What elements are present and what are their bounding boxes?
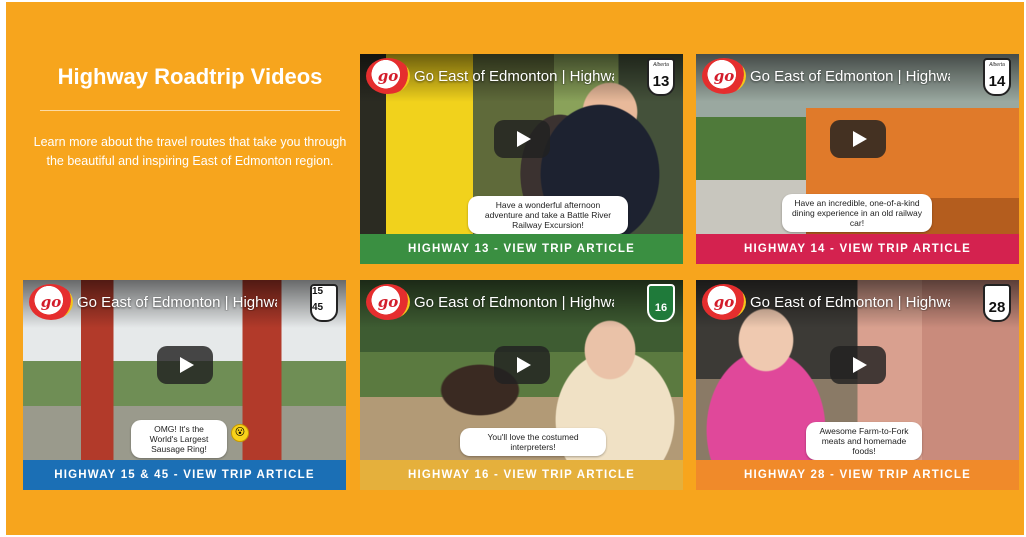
video-title[interactable]: Go East of Edmonton | Highway... [750,294,950,311]
play-button[interactable] [829,120,886,158]
go-east-logo-icon: go [702,284,746,320]
highway-28-article-link[interactable]: HIGHWAY 28 - VIEW TRIP ARTICLE [696,460,1019,490]
video-thumbnail[interactable]: go Go East of Edmonton | Highway... 28 A… [696,280,1019,460]
go-east-logo-icon: go [366,284,410,320]
video-title[interactable]: Go East of Edmonton | Highway... [750,68,950,85]
highway-shield-icon: 16 [647,284,675,322]
video-thumbnail[interactable]: go Go East of Edmonton | Highway... Albe… [360,54,683,234]
section-title: Highway Roadtrip Videos [57,64,323,89]
video-card-highway-13: go Go East of Edmonton | Highway... Albe… [360,54,683,264]
play-button[interactable] [156,346,213,384]
video-card-highway-16: go Go East of Edmonton | Highway... 16 Y… [360,280,683,490]
highway-14-article-link[interactable]: HIGHWAY 14 - VIEW TRIP ARTICLE [696,234,1019,264]
video-title[interactable]: Go East of Edmonton | Highway... [77,294,277,311]
play-button[interactable] [493,346,550,384]
highway-16-article-link[interactable]: HIGHWAY 16 - VIEW TRIP ARTICLE [360,460,683,490]
go-east-logo-icon: go [366,58,410,94]
roadtrip-videos-section: Highway Roadtrip Videos Learn more about… [6,2,1024,535]
video-caption: OMG! It's the World's Largest Sausage Ri… [131,420,227,458]
highway-shield-icon: 15 45 [310,284,338,322]
video-card-highway-15-45: go Go East of Edmonton | Highway... 15 4… [23,280,346,490]
video-card-highway-28: go Go East of Edmonton | Highway... 28 A… [696,280,1019,490]
go-east-logo-icon: go [702,58,746,94]
highway-15-45-article-link[interactable]: HIGHWAY 15 & 45 - VIEW TRIP ARTICLE [23,460,346,490]
video-thumbnail[interactable]: go Go East of Edmonton | Highway... 15 4… [23,280,346,460]
highway-shield-icon: Alberta 13 [647,58,675,96]
video-thumbnail[interactable]: go Go East of Edmonton | Highway... Albe… [696,54,1019,234]
video-title[interactable]: Go East of Edmonton | Highway... [414,68,614,85]
video-thumbnail[interactable]: go Go East of Edmonton | Highway... 16 Y… [360,280,683,460]
video-caption: You'll love the costumed interpreters! [460,428,606,456]
play-button[interactable] [493,120,550,158]
video-card-highway-14: go Go East of Edmonton | Highway... Albe… [696,54,1019,264]
highway-shield-icon: 28 [983,284,1011,322]
video-title[interactable]: Go East of Edmonton | Highway... [414,294,614,311]
video-caption: Awesome Farm-to-Fork meats and homemade … [806,422,922,460]
play-button[interactable] [829,346,886,384]
section-intro: Highway Roadtrip Videos Learn more about… [32,62,348,171]
go-east-logo-icon: go [29,284,73,320]
video-caption: Have an incredible, one-of-a-kind dining… [782,194,932,232]
highway-13-article-link[interactable]: HIGHWAY 13 - VIEW TRIP ARTICLE [360,234,683,264]
section-description: Learn more about the travel routes that … [33,135,347,168]
surprised-face-icon: 😮 [231,424,249,442]
title-divider [40,110,340,111]
video-caption: Have a wonderful afternoon adventure and… [468,196,628,234]
highway-shield-icon: Alberta 14 [983,58,1011,96]
